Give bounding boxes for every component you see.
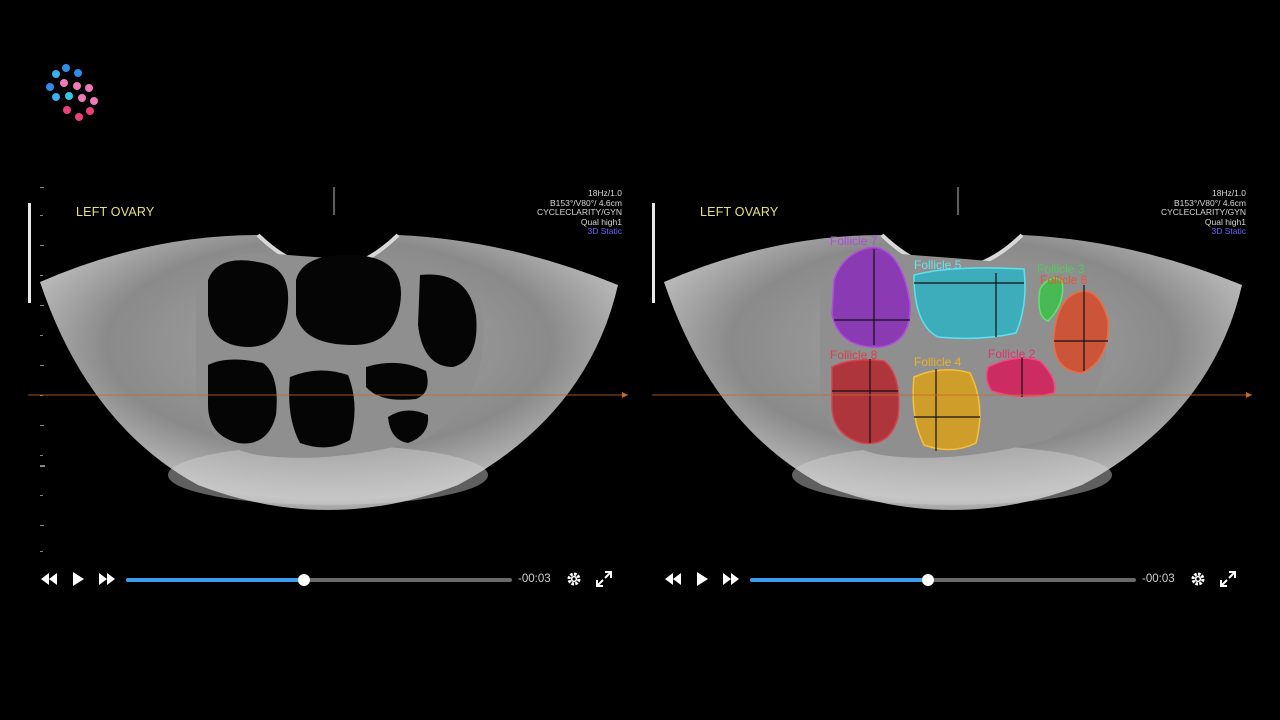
scan-parameters: 18Hz/1.0 B153°/V80°/ 4.6cm CYCLECLARITY/… [537,188,623,237]
segmented-scan-image: Follicle 7 Follicle 5 Follicle 3 Follicl… [652,187,1252,510]
play-icon[interactable] [70,571,86,587]
follicle-label: Follicle 8 [830,348,878,362]
ultrasound-viewer-original: LEFT OVARY 18Hz/1.0 B153°/V80°/ 4.6cm CY… [28,185,628,605]
fullscreen-icon[interactable] [1220,571,1236,587]
follicle-label: Follicle 7 [830,234,878,248]
scan-mode: 3D Static [1211,226,1247,237]
brand-logo-icon [46,64,98,121]
seek-bar[interactable] [750,574,1136,586]
rewind-icon[interactable] [40,571,58,587]
scan-mode: 3D Static [587,226,623,237]
gear-icon[interactable] [1190,571,1206,587]
seek-bar-fill [750,578,928,582]
time-remaining: -00:03 [1142,573,1175,585]
scan-region-label: LEFT OVARY [76,205,155,219]
ultrasound-scan-image [28,187,628,552]
follicle-label: Follicle 2 [988,347,1036,361]
scan-region-label: LEFT OVARY [700,205,779,219]
fullscreen-icon[interactable] [596,571,612,587]
playback-controls: -00:03 [28,565,628,595]
seek-bar-thumb[interactable] [297,574,310,586]
gear-icon[interactable] [566,571,582,587]
time-remaining: -00:03 [518,573,551,585]
seek-bar-fill [126,578,304,582]
fast-forward-icon[interactable] [98,571,116,587]
fast-forward-icon[interactable] [722,571,740,587]
follicle-label: Follicle 6 [1040,273,1088,287]
follicle-label: Follicle 5 [914,258,962,272]
scan-parameters: 18Hz/1.0 B153°/V80°/ 4.6cm CYCLECLARITY/… [1161,188,1247,237]
playback-controls: -00:03 [652,565,1252,595]
ultrasound-viewer-segmented: Follicle 7 Follicle 5 Follicle 3 Follicl… [652,185,1252,605]
follicle-overlay: Follicle 5 [913,258,1026,340]
seek-bar-thumb[interactable] [921,574,934,586]
follicle-label: Follicle 4 [914,355,962,369]
seek-bar[interactable] [126,574,512,586]
play-icon[interactable] [694,571,710,587]
rewind-icon[interactable] [664,571,682,587]
